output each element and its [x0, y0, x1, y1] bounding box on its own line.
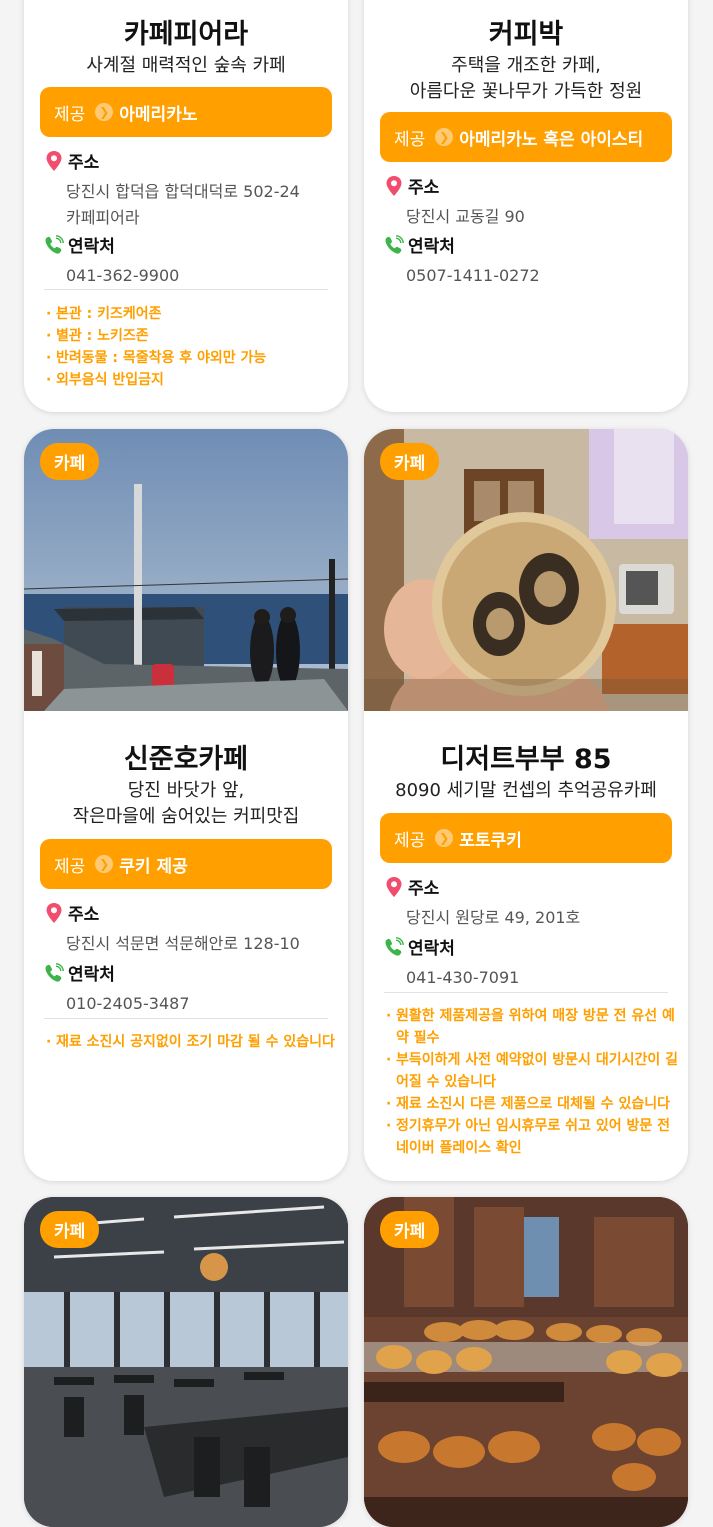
phone-icon [384, 234, 404, 256]
notes-list: 원활한 제품제공을 위하여 매장 방문 전 유선 예약 필수 부득이하게 사전 … [386, 1005, 678, 1159]
location-pin-icon [384, 876, 404, 898]
phone-number[interactable]: 0507-1411-0272 [406, 263, 668, 289]
cafe-card[interactable]: 카페피어라 사계절 매력적인 숲속 카페 제공 ❯ 아메리카노 주소 당진시 합덕읍… [24, 0, 348, 412]
address-text: 당진시 원당로 49, 201호 [406, 908, 581, 927]
cafe-title: 디저트부부 85 [440, 744, 612, 775]
chevron-right-icon: ❯ [95, 103, 114, 121]
location-pin-icon [384, 175, 404, 197]
offer-bar: 제공 ❯ 쿠키 제공 [40, 839, 332, 889]
offer-bar: 제공 ❯ 아메리카노 [40, 87, 332, 137]
cafe-description: 8090 세기말 컨셉의 추억공유카페 [395, 780, 657, 801]
location-pin-icon [44, 902, 64, 924]
phone-number[interactable]: 010-2405-3487 [66, 991, 328, 1017]
cafe-card[interactable]: 카페 디저트부부 85 8090 세기말 컨셉의 추억공유카페 제공 ❯ 포토쿠키 … [364, 429, 688, 1181]
note-item: 재료 소진시 공지없이 조기 마감 될 수 있습니다 [46, 1031, 338, 1053]
cafe-card[interactable]: 카페 [364, 1197, 688, 1527]
cafe-card[interactable]: 카페 [24, 1197, 348, 1527]
offer-bar: 제공 ❯ 포토쿠키 [380, 813, 672, 863]
cafe-card[interactable]: 카페 신준호카페 당진 바닷가 앞, 작은마을에 숨어있는 커피맛집 제공 ❯ 쿠키… [24, 429, 348, 1181]
contact-section: 연락처 041-362-9900 [44, 232, 328, 289]
divider [384, 992, 668, 993]
note-item: 재료 소진시 다른 제품으로 대체될 수 있습니다 [386, 1093, 678, 1115]
address-text: 당진시 석문면 석문해안로 128-10 [66, 934, 300, 953]
contact-section: 연락처 041-430-7091 [384, 934, 668, 991]
phone-icon [44, 234, 64, 256]
category-badge: 카페 [380, 1211, 440, 1248]
chevron-right-icon: ❯ [95, 855, 114, 873]
note-item: 본관 : 키즈케어존 [46, 303, 338, 325]
offer-bar: 제공 ❯ 아메리카노 혹은 아이스티 [380, 112, 672, 162]
note-item: 반려동물 : 목줄착용 후 야외만 가능 [46, 347, 338, 369]
cafe-title: 커피박 [488, 19, 564, 50]
phone-icon [384, 936, 404, 958]
chevron-right-icon: ❯ [435, 128, 454, 146]
notes-list: 본관 : 키즈케어존 별관 : 노키즈존 반려동물 : 목줄착용 후 야외만 가… [46, 303, 338, 391]
address-section: 주소 당진시 석문면 석문해안로 128-10 [44, 900, 328, 957]
note-item: 별관 : 노키즈존 [46, 325, 338, 347]
cafe-list-page: 카페피어라 사계절 매력적인 숲속 카페 제공 ❯ 아메리카노 주소 당진시 합덕읍… [0, 0, 713, 1527]
chevron-right-icon: ❯ [435, 829, 454, 847]
note-item: 외부음식 반입금지 [46, 369, 338, 391]
category-badge: 카페 [40, 1211, 100, 1248]
location-pin-icon [44, 150, 64, 172]
contact-section: 연락처 010-2405-3487 [44, 960, 328, 1017]
divider [44, 1018, 328, 1019]
note-item: 부득이하게 사전 예약없이 방문시 대기시간이 길어질 수 있습니다 [386, 1049, 678, 1093]
address-text: 당진시 교동길 90 [406, 207, 525, 226]
address-section: 주소 당진시 원당로 49, 201호 [384, 874, 668, 931]
phone-number[interactable]: 041-430-7091 [406, 965, 668, 991]
cafe-description: 주택을 개조한 카페, 아름다운 꽃나무가 가득한 정원 [409, 55, 643, 102]
phone-icon [44, 962, 64, 984]
notes-list: 재료 소진시 공지없이 조기 마감 될 수 있습니다 [46, 1031, 338, 1053]
address-section: 주소 당진시 교동길 90 [384, 173, 668, 230]
note-item: 정기휴무가 아닌 임시휴무로 쉬고 있어 방문 전 네이버 플레이스 확인 [386, 1115, 678, 1159]
cafe-title: 신준호카페 [123, 744, 249, 775]
cafe-description: 사계절 매력적인 숲속 카페 [86, 55, 286, 76]
phone-number[interactable]: 041-362-9900 [66, 263, 328, 289]
cafe-title: 카페피어라 [123, 19, 249, 50]
note-item: 원활한 제품제공을 위하여 매장 방문 전 유선 예약 필수 [386, 1005, 678, 1049]
address-text: 당진시 합덕읍 합덕대덕로 502-24 카페피어라 [66, 182, 300, 227]
cafe-description: 당진 바닷가 앞, 작은마을에 숨어있는 커피맛집 [72, 780, 300, 827]
category-badge: 카페 [40, 443, 100, 480]
category-badge: 카페 [380, 443, 440, 480]
cafe-card[interactable]: 커피박 주택을 개조한 카페, 아름다운 꽃나무가 가득한 정원 제공 ❯ 아메리카… [364, 0, 688, 412]
contact-section: 연락처 0507-1411-0272 [384, 232, 668, 289]
address-section: 주소 당진시 합덕읍 합덕대덕로 502-24 카페피어라 [44, 148, 328, 231]
divider [44, 289, 328, 290]
